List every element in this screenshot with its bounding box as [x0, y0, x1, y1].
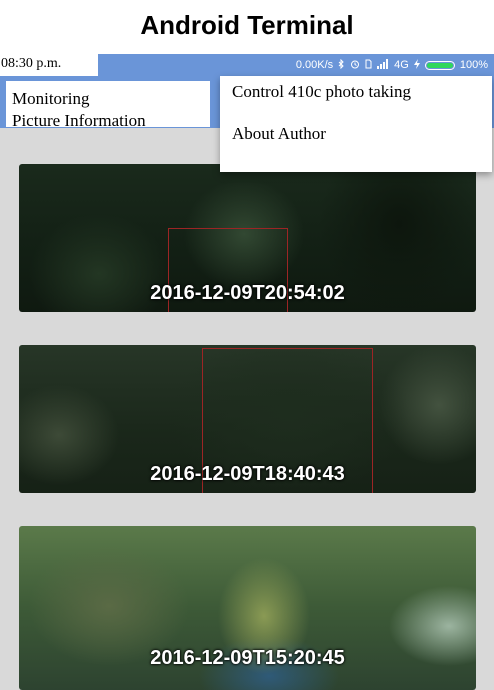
photo-timestamp: 2016-12-09T15:20:45	[150, 647, 345, 669]
menu-item-about-author[interactable]: About Author	[232, 124, 326, 144]
photo-timestamp: 2016-12-09T20:54:02	[150, 282, 345, 304]
network-speed: 0.00K/s	[295, 59, 334, 71]
status-indicators: 0.00K/s 4G 100%	[296, 54, 488, 76]
overflow-menu: Control 410c photo taking About Author	[220, 76, 492, 172]
alarm-icon	[350, 59, 360, 72]
status-time: 08:30 p.m.	[0, 54, 98, 76]
network-type: 4G	[394, 59, 409, 71]
photo-card[interactable]: 2016-12-09T20:54:02	[19, 164, 476, 312]
photo-card[interactable]: 2016-12-09T15:20:45	[19, 526, 476, 690]
charging-icon	[413, 58, 420, 72]
sim-icon	[365, 59, 372, 72]
signal-icon	[377, 58, 389, 72]
photo-timestamp: 2016-12-09T18:40:43	[150, 463, 345, 485]
tab-picture-information[interactable]: Picture Information	[12, 111, 146, 131]
tab-strip: Monitoring Picture Information	[6, 81, 210, 130]
menu-item-control-photo-taking[interactable]: Control 410c photo taking	[232, 82, 411, 102]
photo-card[interactable]: 2016-12-09T18:40:43	[19, 345, 476, 493]
bluetooth-icon	[338, 58, 345, 72]
tab-monitoring[interactable]: Monitoring	[12, 89, 89, 109]
status-bar: 08:30 p.m. 0.00K/s 4G 100%	[0, 54, 494, 76]
phone-screen: 08:30 p.m. 0.00K/s 4G 100% Monitoring Pi…	[0, 54, 494, 690]
figure-title: Android Terminal	[140, 10, 354, 40]
battery-icon	[424, 60, 455, 70]
battery-percent: 100%	[459, 59, 488, 71]
